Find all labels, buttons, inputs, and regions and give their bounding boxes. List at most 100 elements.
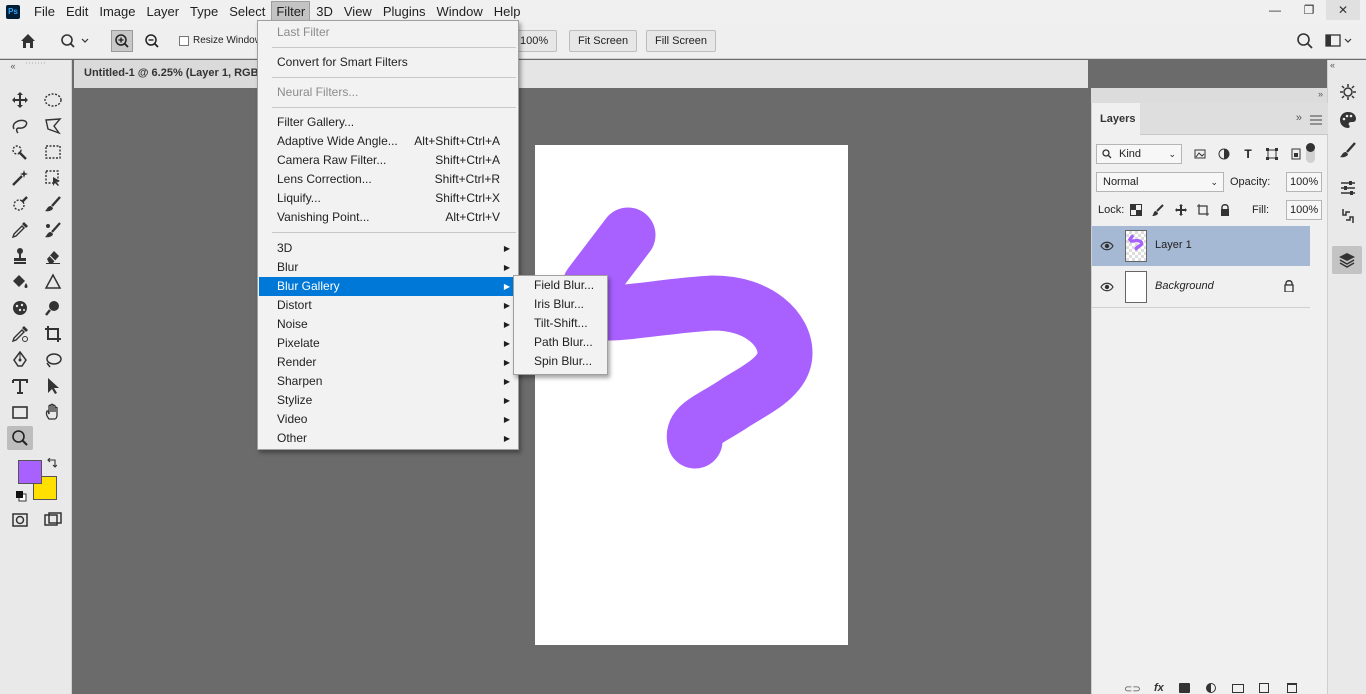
screen-mode-icon[interactable] <box>40 508 66 532</box>
crop-tool-icon[interactable] <box>40 322 66 346</box>
submenu-pixelate[interactable]: Pixelate ▶ <box>259 334 518 353</box>
brush-tool-icon[interactable] <box>40 192 66 216</box>
menu-window[interactable]: Window <box>432 2 486 21</box>
close-button[interactable]: ✕ <box>1326 0 1360 20</box>
submenu-blur[interactable]: Blur ▶ <box>259 258 518 277</box>
new-group-icon[interactable] <box>1232 684 1244 693</box>
layer-style-fx-icon[interactable]: fx <box>1154 682 1164 694</box>
filter-adjustment-layers-icon[interactable] <box>1217 147 1231 161</box>
submenu-3d[interactable]: 3D ▶ <box>259 239 518 258</box>
resize-windows-checkbox[interactable] <box>179 36 189 46</box>
filter-toggle-switch[interactable] <box>1306 143 1315 163</box>
expand-dock-icon[interactable]: « <box>1330 60 1335 70</box>
menu-image[interactable]: Image <box>95 2 139 21</box>
menu-edit[interactable]: Edit <box>62 2 92 21</box>
rectangular-marquee-icon[interactable] <box>40 140 66 164</box>
new-layer-icon[interactable] <box>1259 683 1269 693</box>
properties-icon[interactable] <box>1336 204 1360 228</box>
spot-healing-icon[interactable] <box>7 192 33 216</box>
quick-mask-icon[interactable] <box>7 508 33 532</box>
burn-tool-icon[interactable] <box>40 296 66 320</box>
workspace-switcher-icon[interactable] <box>1324 30 1354 52</box>
submenu-distort[interactable]: Distort ▶ <box>259 296 518 315</box>
sponge-tool-icon[interactable] <box>7 296 33 320</box>
zoom-in-icon[interactable] <box>111 30 133 52</box>
toolbar-grip-icon[interactable] <box>22 59 50 67</box>
polygonal-lasso-icon[interactable] <box>40 114 66 138</box>
lasso-tool-icon[interactable] <box>7 114 33 138</box>
zoom-out-icon[interactable] <box>141 30 163 52</box>
add-mask-icon[interactable] <box>1179 683 1190 693</box>
lock-position-icon[interactable] <box>1174 203 1188 217</box>
elliptical-marquee-icon[interactable] <box>40 88 66 112</box>
clone-stamp-icon[interactable] <box>7 244 33 268</box>
minimize-button[interactable]: — <box>1258 0 1292 20</box>
rectangle-shape-icon[interactable] <box>7 400 33 424</box>
home-icon[interactable] <box>17 30 39 52</box>
lock-artboard-icon[interactable] <box>1196 203 1210 217</box>
blend-mode-select[interactable]: Normal ⌄ <box>1096 172 1224 192</box>
eraser-icon[interactable] <box>40 244 66 268</box>
new-adjustment-layer-icon[interactable] <box>1206 683 1216 693</box>
color-sampler-icon[interactable] <box>7 322 33 346</box>
hand-tool-icon[interactable] <box>40 400 66 424</box>
type-tool-icon[interactable] <box>7 374 33 398</box>
panel-menu-icon[interactable] <box>1310 114 1322 128</box>
content-aware-move-icon[interactable] <box>40 348 66 372</box>
submenu-noise[interactable]: Noise ▶ <box>259 315 518 334</box>
submenu-blur-gallery[interactable]: Blur Gallery ▶ <box>259 277 518 296</box>
swap-colors-icon[interactable] <box>44 457 58 471</box>
brush-settings-icon[interactable] <box>1336 138 1360 162</box>
quick-selection-icon[interactable] <box>7 140 33 164</box>
lock-image-pixels-icon[interactable] <box>1151 203 1165 217</box>
fit-screen-button[interactable]: Fit Screen <box>569 30 638 52</box>
link-layers-icon[interactable]: ⊂⊃ <box>1124 684 1141 694</box>
menu-3d[interactable]: 3D <box>312 2 337 21</box>
paint-bucket-icon[interactable] <box>7 270 33 294</box>
collapse-panels-icon[interactable]: » <box>1318 89 1323 99</box>
color-palette-icon[interactable] <box>1336 108 1360 132</box>
menu-view[interactable]: View <box>340 2 376 21</box>
zoom-tool-preset-icon[interactable] <box>58 30 92 52</box>
filter-smart-objects-icon[interactable] <box>1289 147 1303 161</box>
adaptive-wide-angle-item[interactable]: Adaptive Wide Angle... Alt+Shift+Ctrl+A <box>259 132 518 151</box>
menu-select[interactable]: Select <box>225 2 269 21</box>
foreground-color-swatch[interactable] <box>18 460 42 484</box>
panel-expand-icon[interactable]: » <box>1296 112 1302 124</box>
menu-help[interactable]: Help <box>490 2 525 21</box>
iris-blur-item[interactable]: Iris Blur... <box>515 295 607 314</box>
layers-tab[interactable]: Layers <box>1092 103 1140 135</box>
submenu-render[interactable]: Render ▶ <box>259 353 518 372</box>
lock-transparent-pixels-icon[interactable] <box>1129 203 1143 217</box>
submenu-sharpen[interactable]: Sharpen ▶ <box>259 372 518 391</box>
document-canvas[interactable] <box>535 145 848 645</box>
lens-correction-item[interactable]: Lens Correction... Shift+Ctrl+R <box>259 170 518 189</box>
menu-layer[interactable]: Layer <box>143 2 184 21</box>
filter-type-layers-icon[interactable]: T <box>1241 147 1255 161</box>
menu-file[interactable]: File <box>30 2 59 21</box>
layer-row-layer-1[interactable]: Layer 1 <box>1092 226 1310 266</box>
navigator-icon[interactable] <box>1336 80 1360 104</box>
visibility-eye-icon[interactable] <box>1100 239 1114 253</box>
lock-all-icon[interactable] <box>1218 203 1232 217</box>
liquify-item[interactable]: Liquify... Shift+Ctrl+X <box>259 189 518 208</box>
filter-shape-layers-icon[interactable] <box>1265 147 1279 161</box>
pen-tool-icon[interactable] <box>7 348 33 372</box>
eyedropper-icon[interactable] <box>7 218 33 242</box>
document-tab[interactable]: Untitled-1 @ 6.25% (Layer 1, RGB <box>74 60 269 88</box>
fill-input[interactable]: 100% <box>1286 200 1322 220</box>
panel-collapse-bar[interactable]: » <box>1091 88 1327 103</box>
fill-screen-button[interactable]: Fill Screen <box>646 30 716 52</box>
submenu-stylize[interactable]: Stylize ▶ <box>259 391 518 410</box>
filter-pixel-layers-icon[interactable] <box>1193 147 1207 161</box>
adjustments-icon[interactable] <box>1336 176 1360 200</box>
filter-gallery-item[interactable]: Filter Gallery... <box>259 113 518 132</box>
spin-blur-item[interactable]: Spin Blur... <box>515 352 607 371</box>
visibility-eye-icon[interactable] <box>1100 280 1114 294</box>
path-selection-icon[interactable] <box>40 374 66 398</box>
path-blur-item[interactable]: Path Blur... <box>515 333 607 352</box>
menu-filter[interactable]: Filter <box>271 1 311 22</box>
triangle-shape-icon[interactable] <box>40 270 66 294</box>
layer-row-background[interactable]: Background <box>1092 267 1310 307</box>
menu-plugins[interactable]: Plugins <box>379 2 430 21</box>
